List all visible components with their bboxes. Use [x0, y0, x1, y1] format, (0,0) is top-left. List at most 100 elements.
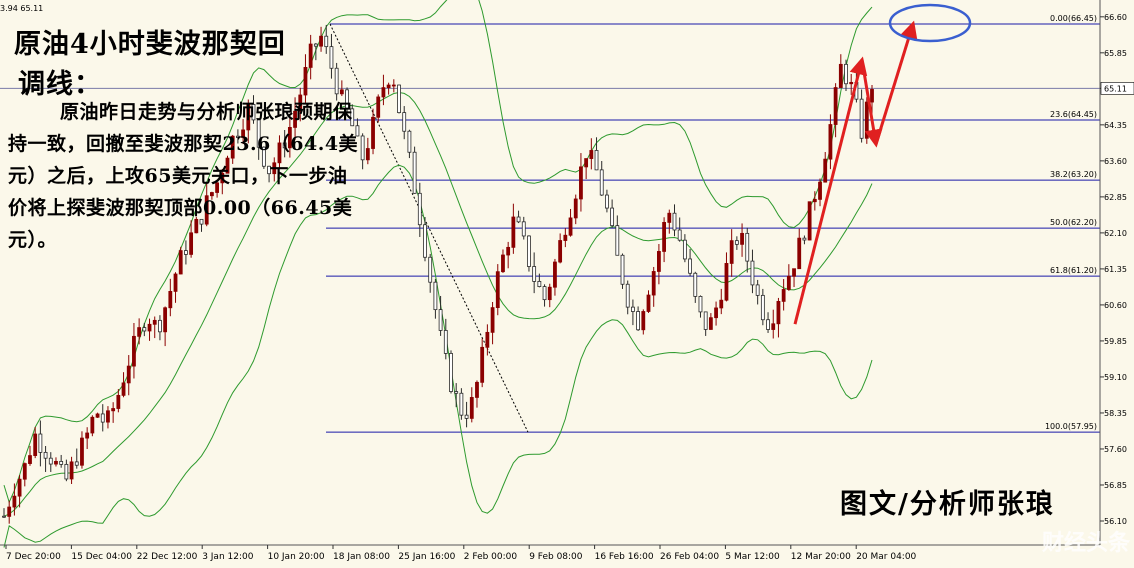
- candle: [28, 455, 32, 464]
- candle: [69, 461, 74, 480]
- candle: [116, 394, 121, 409]
- candle: [823, 158, 828, 183]
- candle: [698, 295, 703, 313]
- time-tick-label: 25 Jan 16:00: [398, 552, 455, 562]
- candle: [391, 84, 396, 87]
- candle: [641, 311, 646, 331]
- candle: [818, 181, 822, 200]
- candle: [682, 239, 687, 260]
- candle: [729, 240, 734, 264]
- candle: [147, 323, 152, 332]
- candle: [126, 365, 131, 384]
- candle: [667, 212, 672, 223]
- candle: [677, 229, 682, 241]
- candle: [90, 416, 95, 434]
- candle: [12, 495, 17, 508]
- candle: [771, 323, 776, 330]
- candle: [537, 280, 542, 287]
- candle: [579, 166, 583, 200]
- candle: [631, 306, 635, 312]
- candle: [428, 256, 433, 283]
- header-info: 3.94 65.11: [0, 4, 44, 13]
- fib-label: 61.8(61.20): [1050, 266, 1097, 275]
- candle: [381, 87, 386, 98]
- candle: [786, 275, 791, 290]
- candle: [516, 216, 521, 223]
- candle: [568, 217, 573, 236]
- candle: [573, 198, 578, 219]
- candle: [605, 194, 609, 209]
- candle: [719, 299, 724, 309]
- candle: [532, 266, 537, 282]
- candle: [693, 272, 698, 297]
- time-tick-label: 7 Dec 20:00: [6, 552, 61, 562]
- price-tick-label: 61.35: [1104, 265, 1127, 274]
- candle: [651, 271, 656, 296]
- candle: [797, 237, 802, 270]
- candle: [599, 169, 604, 196]
- candle: [443, 330, 448, 354]
- price-tick-label: 62.10: [1104, 229, 1127, 238]
- candle: [714, 307, 718, 319]
- fib-label: 50.0(62.20): [1050, 218, 1097, 227]
- candle: [511, 216, 516, 248]
- candle: [433, 281, 438, 311]
- candle: [173, 273, 178, 292]
- candle: [142, 327, 147, 332]
- candle: [412, 151, 417, 194]
- author-credit: 图文/分析师张琅: [840, 489, 1055, 520]
- candle: [132, 335, 136, 367]
- time-tick-label: 2 Feb 00:00: [464, 552, 518, 562]
- candle: [7, 506, 12, 517]
- price-tick-label: 65.11: [1104, 84, 1127, 93]
- candle: [812, 198, 817, 203]
- candle: [625, 283, 630, 308]
- candle: [755, 284, 760, 296]
- time-tick-label: 22 Dec 12:00: [137, 552, 198, 562]
- candle: [480, 346, 485, 383]
- candle: [776, 300, 781, 325]
- candle: [490, 307, 495, 333]
- time-tick-label: 16 Feb 16:00: [595, 552, 654, 562]
- candle: [672, 212, 677, 231]
- candle: [688, 258, 692, 274]
- candle: [844, 63, 848, 85]
- annotation-body: 原油昨日走势与分析师张琅预期保持一致，回撤至斐波那契23.6（64.4美元）之后…: [8, 101, 359, 251]
- price-axis: 66.60 65.85 65.11 64.35 63.60 62.85 62.10 61.35…: [1099, 0, 1134, 545]
- candle: [459, 392, 464, 416]
- candle: [636, 311, 641, 331]
- candle: [656, 251, 661, 272]
- time-tick-label: 15 Dec 04:00: [71, 552, 132, 562]
- candle: [334, 67, 339, 95]
- candle: [870, 89, 874, 103]
- candle: [308, 43, 313, 68]
- candle: [740, 232, 744, 245]
- fib-label: 38.2(63.20): [1050, 170, 1097, 179]
- candle: [703, 311, 708, 330]
- price-tick-label: 60.60: [1104, 301, 1127, 310]
- candle: [106, 410, 110, 423]
- candle: [838, 63, 843, 88]
- candle: [397, 84, 401, 114]
- price-tick-label: 64.35: [1104, 121, 1127, 130]
- candle: [495, 271, 500, 309]
- time-tick-label: 10 Jan 20:00: [268, 552, 325, 562]
- price-tick-label: 65.85: [1104, 49, 1127, 58]
- candle: [365, 148, 370, 161]
- candle: [547, 286, 552, 301]
- candle: [324, 35, 329, 48]
- candle: [43, 451, 48, 459]
- candle: [708, 317, 713, 330]
- candle: [802, 237, 807, 241]
- candle: [662, 222, 666, 252]
- candle: [792, 268, 796, 277]
- time-tick-label: 5 Mar 12:00: [725, 552, 780, 562]
- candle: [152, 319, 157, 325]
- candle: [407, 130, 412, 153]
- candle: [485, 331, 490, 348]
- candle: [745, 232, 750, 262]
- candle: [558, 240, 563, 263]
- annotation-title-line1: 原油4小时斐波那契回: [14, 29, 286, 60]
- candle: [2, 515, 6, 518]
- candle: [521, 221, 526, 237]
